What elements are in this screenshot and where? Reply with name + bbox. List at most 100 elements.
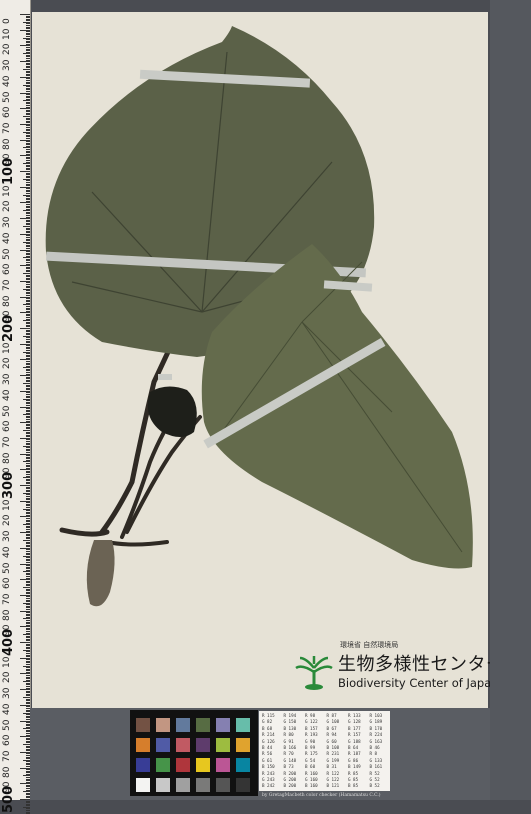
color-value: R 193 (305, 732, 318, 738)
ruler-label: 80 (2, 138, 12, 150)
color-value: R 157 (348, 732, 361, 738)
color-value: R 214 (262, 732, 275, 738)
specimen-sheet: 環境省 自然環境局 生物多様性センター Biodiversity Center … (32, 12, 504, 708)
color-value: B 149 (348, 764, 361, 770)
color-value: B 157 (305, 725, 318, 731)
color-swatch (136, 718, 150, 732)
ruler-label: 10 (2, 499, 12, 511)
color-swatch (196, 718, 210, 732)
color-swatch (176, 778, 190, 792)
ruler-label: 40 (2, 232, 12, 244)
color-value: R 175 (305, 751, 318, 757)
color-value: R 160 (305, 770, 318, 776)
color-value: B 121 (326, 783, 340, 789)
color-value: R 56 (262, 751, 273, 757)
color-value: G 61 (262, 757, 273, 763)
color-value: R 243 (262, 770, 275, 776)
ruler-label: 60 (2, 106, 12, 119)
color-value: G 60 (326, 738, 337, 744)
ruler-major-label: 500 (1, 785, 16, 813)
color-value: G 126 (262, 738, 275, 744)
color-swatch (156, 738, 170, 752)
color-value: G 82 (262, 719, 273, 725)
color-value: R 122 (326, 770, 340, 776)
herbarium-specimen-image: 0 10 20 30 40 50 60 70 80 90 100 10 20 30 40 50 60 70 80 90… (0, 0, 531, 814)
color-swatch (176, 758, 190, 772)
young-leaf (147, 386, 197, 437)
color-value: B 67 (326, 725, 337, 731)
ruler-label: 70 (2, 436, 12, 448)
ruler-label: 10 (2, 342, 12, 354)
color-value: G 188 (348, 738, 361, 744)
color-swatch (236, 758, 250, 772)
color-value: G 200 (283, 777, 297, 782)
color-swatch (236, 778, 250, 792)
color-swatch (156, 718, 170, 732)
color-value: G 150 (283, 719, 297, 725)
color-value: R 87 (326, 713, 337, 718)
color-value: B 64 (348, 745, 359, 750)
color-value: G 148 (283, 757, 297, 763)
color-swatch (196, 758, 210, 772)
color-value: B 150 (262, 764, 275, 770)
ruler-label: 80 (2, 609, 12, 621)
color-value: R 94 (326, 732, 337, 738)
ruler-label: 20 (2, 671, 12, 684)
ruler-label: 50 (2, 91, 12, 103)
color-value: B 99 (305, 745, 316, 750)
institution-logo: 環境省 自然環境局 生物多様性センター Biodiversity Center … (294, 640, 504, 700)
color-value: R 194 (283, 713, 297, 718)
ruler-label: 70 (2, 750, 12, 762)
ruler-label: 60 (2, 577, 12, 590)
ruler-label: 20 (2, 43, 12, 56)
color-value: G 52 (369, 777, 380, 782)
color-value: R 231 (326, 751, 340, 757)
plant-specimen (45, 26, 473, 607)
color-checker-caption: by GretagMacbeth color checker (Hamamats… (262, 793, 381, 798)
color-value: R 200 (283, 770, 297, 776)
color-value: R 133 (348, 713, 361, 718)
ruler-label: 30 (2, 216, 12, 229)
color-value: B 170 (369, 725, 383, 731)
ruler-label: 20 (2, 514, 12, 527)
color-value: R 52 (369, 770, 380, 776)
color-value: G 85 (348, 777, 359, 782)
ruler-label: 50 (2, 248, 12, 260)
color-value: B 130 (283, 725, 297, 731)
center-name-japanese: 生物多様性センター (338, 654, 505, 675)
color-value: G 189 (369, 719, 383, 725)
ruler-label: 60 (2, 734, 12, 747)
color-value: R 224 (369, 732, 383, 738)
ruler-label: 70 (2, 593, 12, 605)
ruler-major-label: 300 (1, 471, 16, 499)
color-checker-swatches (130, 710, 258, 796)
ruler-label: 50 (2, 562, 12, 574)
color-value: G 128 (348, 719, 361, 725)
ruler-label: 60 (2, 420, 12, 433)
color-value: B 108 (326, 745, 340, 750)
color-value: B 85 (348, 783, 359, 789)
color-value: B 60 (305, 764, 316, 770)
ruler-label: 20 (2, 357, 12, 370)
color-value: G 108 (326, 719, 340, 725)
ruler-label: 30 (2, 373, 12, 386)
ruler-label: 40 (2, 75, 12, 87)
ruler-label: 60 (2, 263, 12, 276)
org-name: 環境省 自然環境局 (340, 641, 399, 649)
color-value: R 187 (348, 751, 361, 757)
color-value: B 46 (369, 745, 380, 750)
color-swatch (176, 738, 190, 752)
color-value: G 243 (262, 777, 275, 782)
ruler-label: 10 (2, 656, 12, 668)
color-swatch (176, 718, 190, 732)
ruler-label: 50 (2, 719, 12, 731)
color-swatch (136, 738, 150, 752)
color-value: G 199 (326, 757, 340, 763)
ruler-label: 80 (2, 766, 12, 778)
tree-logo-icon (295, 656, 333, 690)
color-value: B 161 (369, 764, 383, 770)
ruler-label: 20 (2, 200, 12, 213)
color-value: B 177 (348, 725, 361, 731)
color-value: R 70 (283, 751, 294, 757)
ruler-label: 40 (2, 546, 12, 558)
